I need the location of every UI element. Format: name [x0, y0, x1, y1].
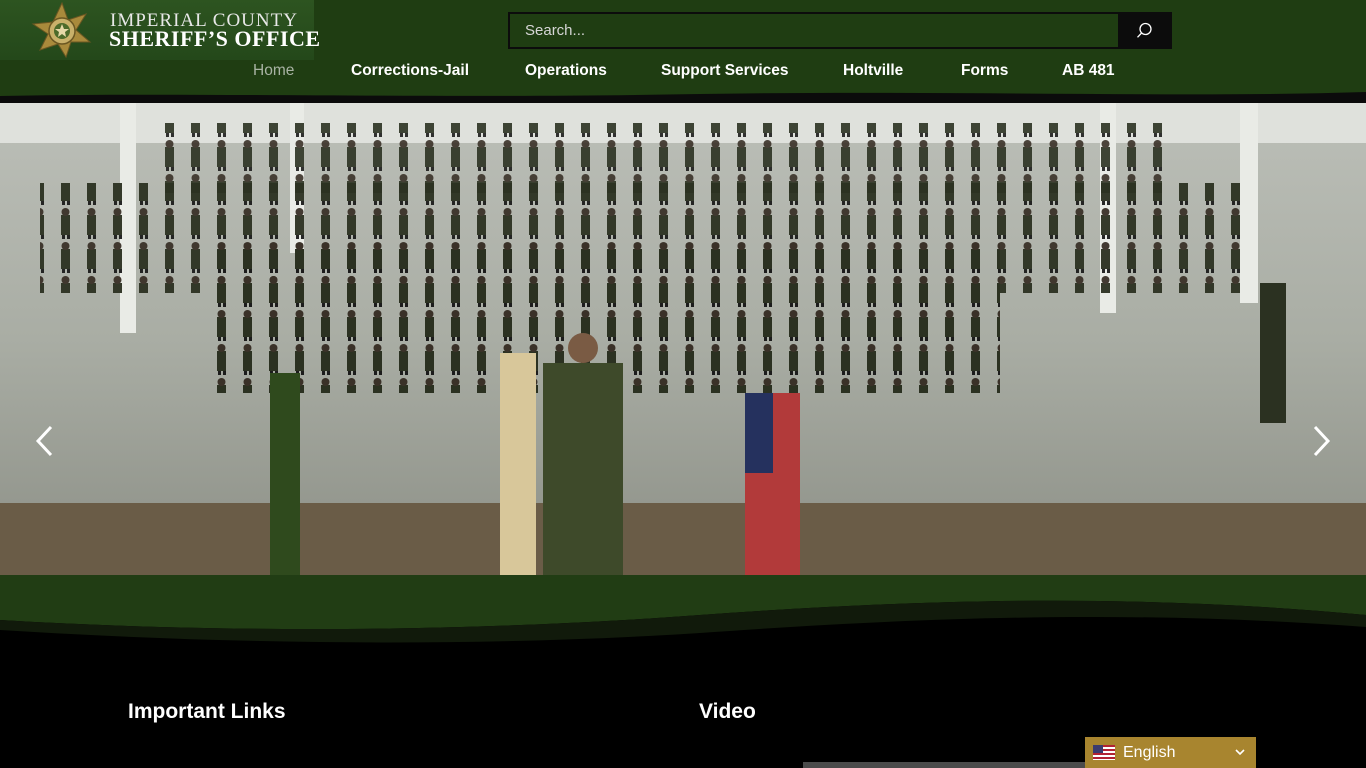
- logo-text-office: SHERIFF’S OFFICE: [109, 26, 321, 51]
- green-wave-band: [0, 575, 1366, 650]
- hero-slide-image: [0, 103, 1366, 575]
- search-icon: [1136, 22, 1152, 38]
- search-input[interactable]: [510, 14, 1118, 47]
- nav-item-corrections-jail[interactable]: Corrections-Jail: [351, 62, 469, 80]
- language-selector[interactable]: English: [1085, 737, 1256, 768]
- search-button[interactable]: [1118, 14, 1170, 47]
- sheriff-star-badge-icon: [31, 2, 92, 58]
- video-thumbnail[interactable]: [803, 762, 1103, 768]
- main-nav: Home Corrections-Jail Operations Support…: [0, 62, 1366, 86]
- hero-slider: [0, 103, 1366, 575]
- nav-item-holtville[interactable]: Holtville: [843, 62, 903, 80]
- chevron-right-icon: [1313, 425, 1331, 457]
- slider-next-button[interactable]: [1306, 423, 1336, 459]
- slider-prev-button[interactable]: [30, 423, 60, 459]
- us-flag-icon: [1093, 745, 1115, 760]
- site-logo[interactable]: IMPERIAL COUNTY SHERIFF’S OFFICE: [0, 0, 320, 60]
- nav-item-operations[interactable]: Operations: [525, 62, 607, 80]
- chevron-down-icon: [1235, 749, 1245, 756]
- search-bar: [508, 12, 1172, 49]
- nav-item-ab-481[interactable]: AB 481: [1062, 62, 1115, 80]
- language-label: English: [1123, 743, 1176, 761]
- nav-item-forms[interactable]: Forms: [961, 62, 1008, 80]
- nav-item-support-services[interactable]: Support Services: [661, 62, 789, 80]
- chevron-left-icon: [35, 425, 53, 457]
- important-links-title: Important Links: [128, 700, 286, 723]
- nav-item-home[interactable]: Home: [253, 62, 294, 80]
- site-header: IMPERIAL COUNTY SHERIFF’S OFFICE Home Co…: [0, 0, 1366, 106]
- video-title: Video: [699, 700, 756, 723]
